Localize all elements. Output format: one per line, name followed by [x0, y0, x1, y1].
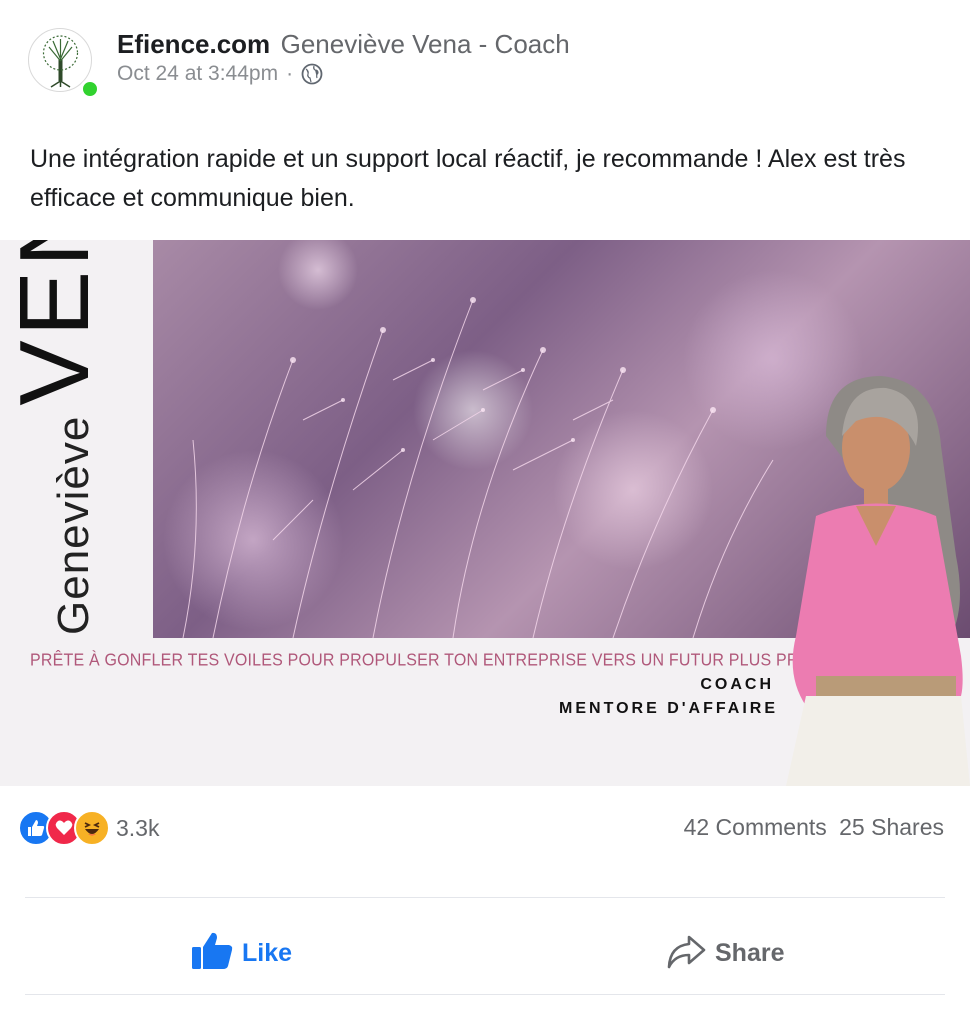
comments-count-link[interactable]: 42 Comments: [684, 814, 827, 840]
reactions-summary[interactable]: 3.3k: [18, 808, 159, 848]
post-title-line: Efience.com Geneviève Vena - Coach: [117, 29, 570, 60]
first-name-text: Geneviève: [49, 415, 98, 635]
globe-icon[interactable]: [301, 63, 323, 85]
meta-separator: ·: [286, 62, 294, 85]
author-name-link[interactable]: Geneviève Vena - Coach: [281, 29, 570, 59]
engagement-counts: 42 Comments 25 Shares: [684, 814, 944, 841]
actions-bottom-divider: [25, 994, 945, 995]
page-name-link[interactable]: Efience.com: [117, 29, 270, 59]
online-status-indicator: [80, 79, 100, 99]
post-image[interactable]: Geneviève VENA PRÊTE À GONFLER TES VOILE…: [0, 240, 970, 786]
actions-top-divider: [25, 897, 945, 898]
post-header: Efience.com Geneviève Vena - Coach Oct 2…: [28, 28, 948, 99]
post-text: Une intégration rapide et un support loc…: [30, 145, 906, 212]
share-button-label: Share: [715, 938, 785, 967]
last-name-text: VENA: [0, 240, 109, 406]
like-button[interactable]: Like: [190, 930, 292, 976]
reaction-count[interactable]: 3.3k: [116, 815, 159, 842]
shares-count-link[interactable]: 25 Shares: [839, 814, 944, 840]
coach-portrait: [786, 376, 970, 786]
post-meta: Oct 24 at 3:44pm ·: [117, 62, 323, 86]
share-button[interactable]: Share: [665, 930, 784, 976]
share-arrow-icon: [665, 931, 707, 976]
mentor-label: MENTORE D'AFFAIRE: [559, 700, 778, 717]
vertical-name-title: Geneviève VENA: [0, 240, 109, 635]
post-timestamp[interactable]: Oct 24 at 3:44pm: [117, 62, 278, 86]
thumbs-up-icon: [190, 931, 234, 976]
coach-label: COACH: [700, 676, 774, 693]
image-tagline: PRÊTE À GONFLER TES VOILES POUR PROPULSE…: [30, 651, 881, 670]
like-button-label: Like: [242, 938, 293, 967]
haha-reaction-icon: [74, 810, 110, 846]
